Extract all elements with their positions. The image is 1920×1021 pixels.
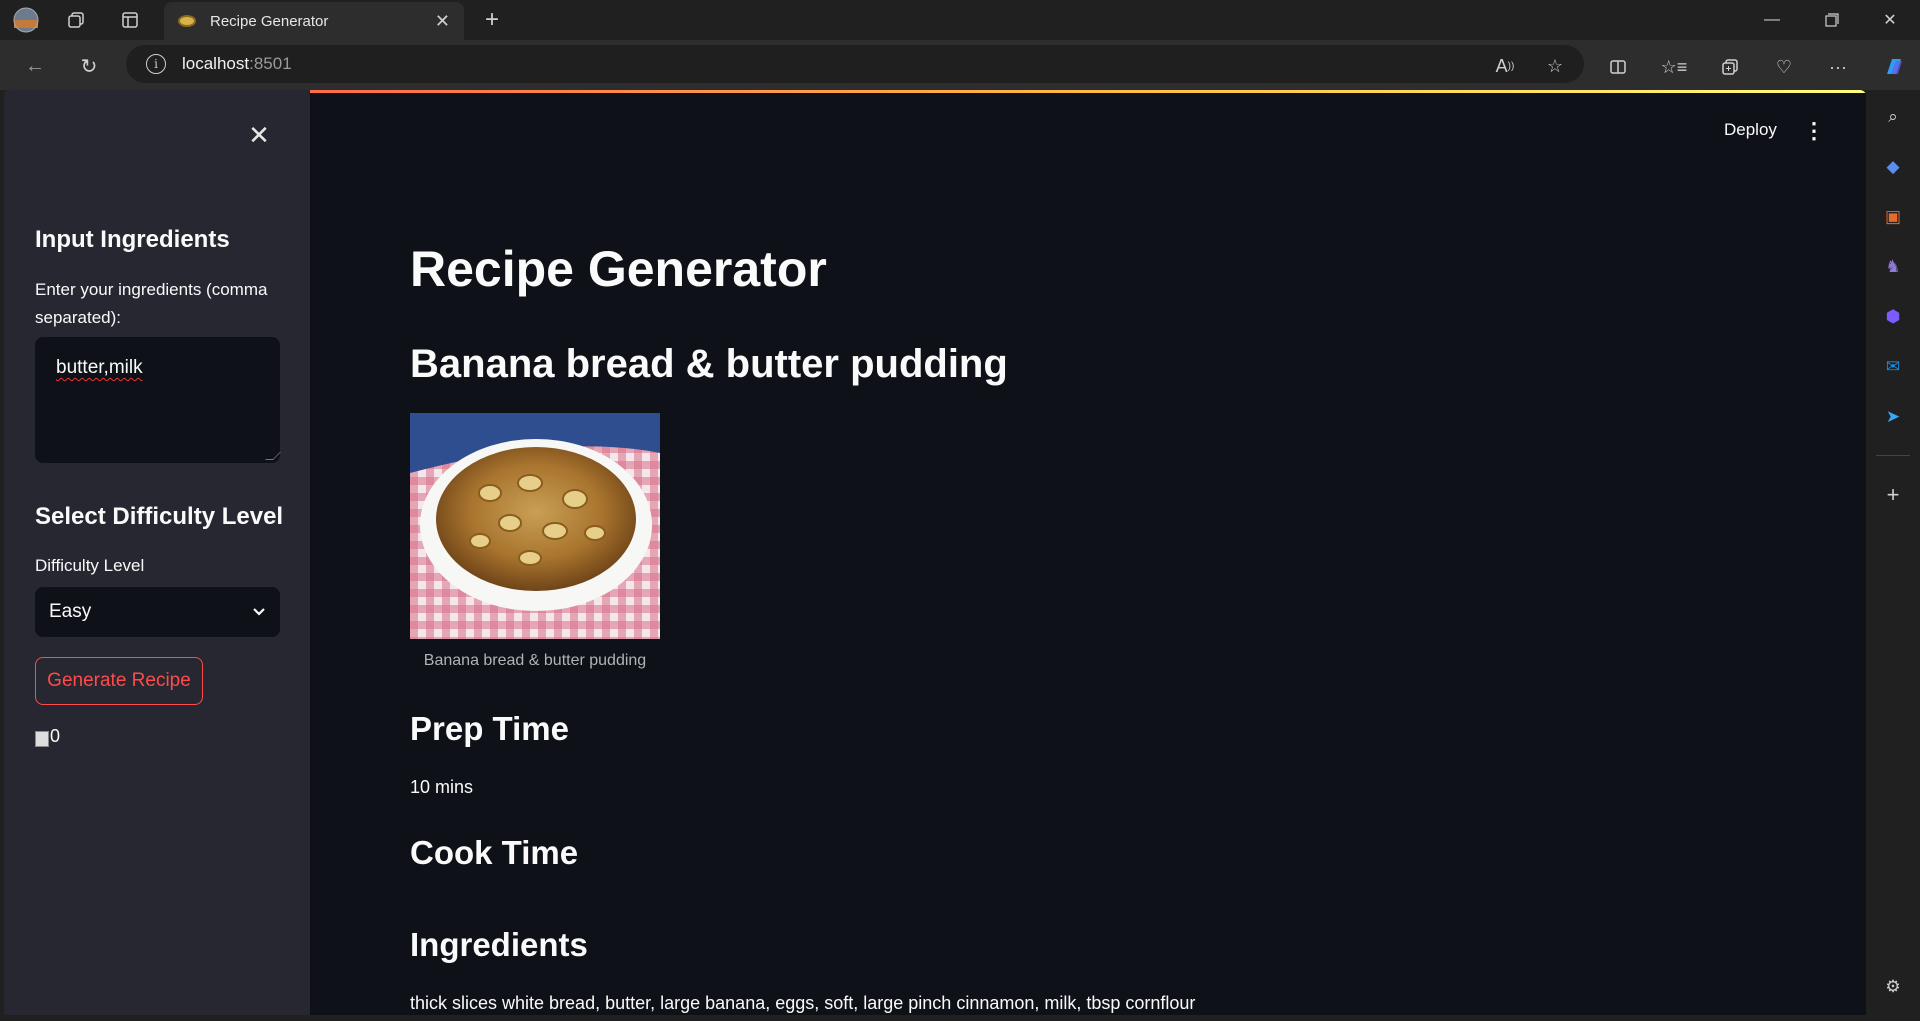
games-icon[interactable]: ♞	[1878, 252, 1908, 282]
ingredients-list: thick slices white bread, butter, large …	[410, 993, 1196, 1013]
title-bar: Recipe Generator ✕ + — ✕	[0, 0, 1920, 40]
tab-favicon-icon	[178, 15, 196, 27]
close-icon[interactable]: ✕	[244, 120, 274, 150]
generate-recipe-button[interactable]: Generate Recipe	[35, 657, 203, 705]
difficulty-heading: Select Difficulty Level	[35, 503, 284, 530]
ingredients-label: Enter your ingredients (comma separated)…	[35, 280, 268, 327]
difficulty-label: Difficulty Level	[35, 556, 145, 575]
tab-title: Recipe Generator	[210, 12, 329, 30]
new-tab-icon[interactable]: +	[478, 6, 506, 34]
workspaces-icon[interactable]	[62, 6, 90, 34]
prep-time-value: 10 mins	[410, 777, 474, 797]
browser-window: Recipe Generator ✕ + — ✕ ← ↻ i localhost…	[0, 0, 1920, 1021]
ingredients-textarea[interactable]: butter,milk	[35, 337, 281, 463]
minimize-icon[interactable]: —	[1752, 6, 1792, 34]
copilot-icon[interactable]	[1878, 52, 1910, 82]
microsoft-365-icon[interactable]: ⬢	[1878, 302, 1908, 332]
tab-close-icon[interactable]: ✕	[435, 11, 450, 32]
difficulty-select[interactable]: Easy	[35, 587, 280, 637]
collections-icon[interactable]	[1714, 52, 1746, 82]
prep-time-heading: Prep Time	[410, 710, 569, 747]
resize-handle-icon[interactable]	[265, 452, 281, 460]
restore-icon[interactable]	[1812, 6, 1852, 34]
settings-more-icon[interactable]: ···	[1822, 52, 1854, 82]
tab-recipe-generator[interactable]: Recipe Generator ✕	[164, 2, 464, 40]
ingredients-heading-main: Ingredients	[410, 926, 588, 963]
read-aloud-icon[interactable]: A))	[1490, 51, 1520, 81]
shopping-tag-icon[interactable]: ◆	[1878, 152, 1908, 182]
sidebar-divider	[1876, 455, 1910, 456]
image-caption: Banana bread & butter pudding	[423, 652, 647, 669]
edge-sidebar: ⌕ ◆ ▣ ♞ ⬢ ✉ ➤ + ⚙	[1866, 90, 1920, 1021]
url-host: localhost	[182, 54, 250, 73]
site-info-icon[interactable]: i	[146, 54, 166, 74]
ingredients-heading: Input Ingredients	[35, 226, 230, 253]
back-icon[interactable]: ←	[20, 51, 50, 81]
favorite-star-icon[interactable]: ☆	[1540, 51, 1570, 81]
tools-icon[interactable]: ▣	[1878, 202, 1908, 232]
gear-icon[interactable]: ⚙	[1878, 972, 1908, 1002]
split-screen-icon[interactable]	[1602, 52, 1634, 82]
cook-time-heading: Cook Time	[410, 834, 579, 871]
vertical-tabs-icon[interactable]	[116, 6, 144, 34]
outlook-icon[interactable]: ✉	[1878, 352, 1908, 382]
browser-essentials-icon[interactable]: ♡	[1768, 52, 1800, 82]
broken-image: 0	[35, 726, 60, 747]
add-icon[interactable]: +	[1878, 480, 1908, 510]
favorites-icon[interactable]: ☆≡	[1658, 52, 1690, 82]
page-title: Recipe Generator	[410, 241, 827, 297]
broken-image-alt: 0	[50, 726, 61, 746]
close-window-icon[interactable]: ✕	[1870, 6, 1910, 34]
chevron-down-icon	[252, 604, 266, 620]
ingredients-value: butter,milk	[56, 357, 143, 378]
send-icon[interactable]: ➤	[1878, 402, 1908, 432]
broken-image-icon	[35, 731, 49, 747]
url-port: :8501	[249, 54, 292, 73]
main-menu-icon[interactable]: ⋮	[1803, 116, 1825, 146]
search-icon[interactable]: ⌕	[1878, 102, 1908, 132]
difficulty-value: Easy	[49, 601, 92, 622]
app-sidebar: ✕ Input Ingredients Enter your ingredien…	[4, 90, 310, 1015]
refresh-icon[interactable]: ↻	[74, 51, 104, 81]
profile-avatar-icon[interactable]	[12, 6, 40, 34]
recipe-image	[410, 413, 660, 639]
deploy-button[interactable]: Deploy	[1724, 120, 1777, 140]
page-viewport: ✕ Input Ingredients Enter your ingredien…	[4, 90, 1866, 1015]
address-bar[interactable]: i localhost:8501	[126, 45, 1584, 83]
recipe-name: Banana bread & butter pudding	[410, 342, 1008, 386]
